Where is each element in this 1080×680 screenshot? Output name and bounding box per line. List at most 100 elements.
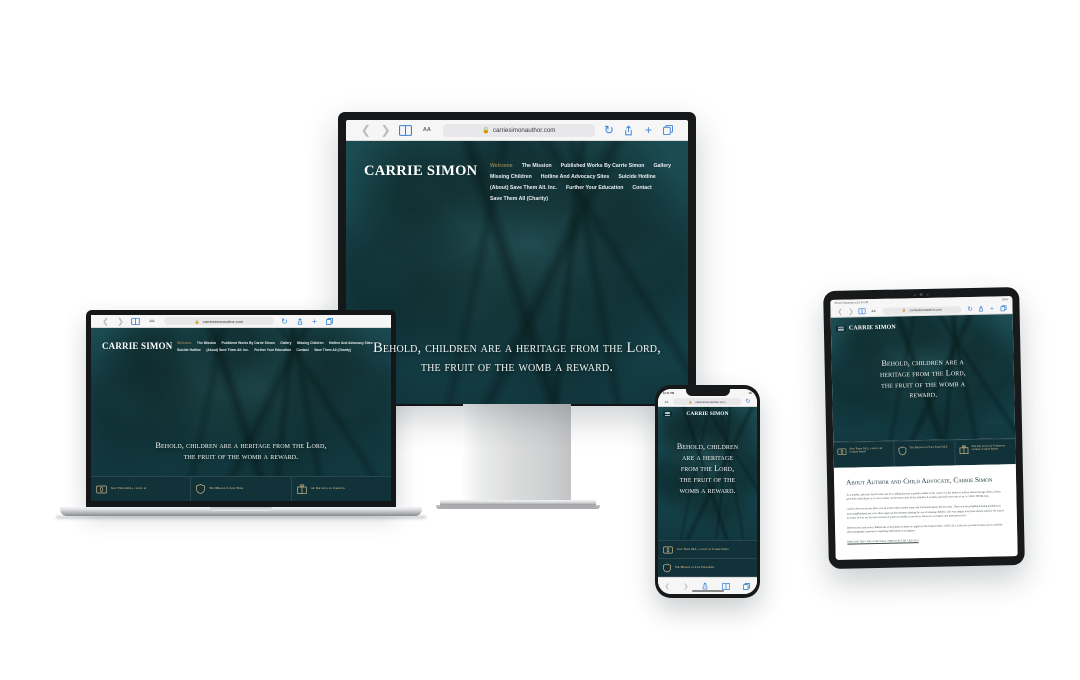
nav-item-gallery[interactable]: Gallery [280,341,291,345]
forward-chevron-icon[interactable]: ❯ [376,123,396,137]
phone-device: 10:11 PM 4G AA 🔒 carriesimonauthor.com ↻… [655,385,760,598]
about-paragraph: As a mother, advocate has become one of … [846,490,1001,502]
nav-item-further-education[interactable]: Further Your Education [566,185,623,191]
new-tab-icon[interactable]: + [307,317,322,326]
reload-icon[interactable]: ↻ [599,123,619,137]
share-icon[interactable] [975,306,986,312]
feature-item[interactable]: The Mission to Save Them ALL [894,440,956,467]
hero-quote-line-3: from the Lord, [680,464,735,474]
open-book-icon [663,546,673,554]
feature-item[interactable]: Save Them ALL, a novel by Carrie Simon [658,541,757,559]
share-icon[interactable] [702,582,708,590]
address-bar[interactable]: 🔒 carriesimonauthor.com [882,305,962,315]
share-icon[interactable] [619,125,639,136]
open-book-icon [96,485,107,494]
forward-chevron-icon[interactable]: ❯ [845,307,856,315]
tabs-icon[interactable] [322,317,337,325]
laptop-device: ❮ ❯ AA 🔒 carriesimonauthor.com ↻ + CARRI… [56,310,426,520]
site-brand[interactable]: CARRIE SIMON [686,411,728,417]
monitor-stand-neck [463,404,571,504]
nav-item-gallery[interactable]: Gallery [653,163,671,169]
feature-item[interactable]: The 3rd novel by Christian author, Carri… [955,439,1016,465]
phone-feature-bar: Save Them ALL, a novel by Carrie Simon T… [658,540,757,577]
nav-item-welcome[interactable]: Welcome [177,341,191,345]
tablet-camera-array [913,292,929,297]
feature-item[interactable]: The Mission to Save Them ALL [658,559,757,577]
nav-item-missing-children[interactable]: Missing Children [297,341,324,345]
nav-item-welcome[interactable]: Welcome [490,163,513,169]
nav-item-suicide-hotline[interactable]: Suicide Hotline [177,348,201,352]
back-chevron-icon[interactable]: ❮ [356,123,376,137]
feature-label: Save Them ALL, a novel by Carrie Simon [849,446,883,454]
hero-quote-line-1: Behold, children [676,442,739,451]
tablet-sensor-dot [913,293,916,296]
address-bar[interactable]: 🔒 carriesimonauthor.com [442,123,596,137]
new-tab-icon[interactable]: + [986,305,997,312]
text-size-button[interactable]: AA [143,319,161,323]
reload-icon[interactable]: ↻ [743,398,753,405]
nav-item-published-works[interactable]: Published Works By Carrie Simon [221,341,274,345]
hamburger-menu-icon[interactable] [663,411,672,417]
nav-item-hotline-advocacy[interactable]: Hotline And Advocacy Sites [329,341,373,345]
nav-item-further-education[interactable]: Further Your Education [254,348,291,352]
nav-item-save-them-all-charity[interactable]: Save Them All (Charity) [490,196,548,202]
nav-item-about-save-them-all[interactable]: (About) Save Them All. Inc. [206,348,249,352]
back-chevron-icon[interactable]: ❮ [98,317,113,326]
nav-item-save-them-all-charity[interactable]: Save Them All (Charity) [314,348,351,352]
tabs-icon[interactable] [997,305,1008,312]
nav-item-missing-children[interactable]: Missing Children [490,174,532,180]
back-chevron-icon[interactable]: ❮ [834,308,845,316]
nav-item-published-works[interactable]: Published Works By Carrie Simon [561,163,645,169]
about-section: About Author and Child Advocate, Carrie … [833,464,1018,560]
phone-notch [685,389,730,396]
site-brand[interactable]: CARRIE SIMON [102,341,172,351]
nav-item-hotline-advocacy[interactable]: Hotline And Advocacy Sites [541,174,610,180]
nav-item-contact[interactable]: Contact [296,348,308,352]
nav-item-about-save-them-all[interactable]: (About) Save Them All. Inc. [490,185,557,191]
hero-quote-line-4: reward. [909,390,938,400]
url-text: carriesimonauthor.com [909,307,942,313]
hamburger-menu-icon[interactable] [835,325,846,332]
text-size-button[interactable]: AA [867,309,879,313]
back-chevron-icon[interactable]: ❮ [665,583,670,590]
address-bar[interactable]: 🔒 carriesimonauthor.com [164,317,274,325]
tabs-icon[interactable] [658,125,678,135]
url-text: carriesimonauthor.com [492,126,556,134]
gift-icon [959,445,969,455]
nav-item-contact[interactable]: Contact [632,185,651,191]
bookmarks-icon[interactable] [395,124,415,136]
lock-icon: 🔒 [902,308,907,313]
feature-label: The 3rd novel by Christian author, Carri… [971,444,1006,452]
text-size-button[interactable]: AA [415,127,438,133]
bookmarks-icon[interactable] [721,582,730,590]
site-brand[interactable]: CARRIE SIMON [849,325,896,332]
feature-item[interactable]: the 3rd novel by Christian [292,477,391,501]
site-brand[interactable]: CARRIE SIMON [364,163,477,180]
nav-item-the-mission[interactable]: The Mission [522,163,552,169]
feature-item[interactable]: The Mission to Save Them [191,477,292,501]
bookmarks-icon[interactable] [856,308,867,315]
hero-quote-line-2: the fruit of the womb a reward. [183,452,299,462]
about-heading: About Author and Child Advocate, Carrie … [846,475,993,487]
forward-chevron-icon[interactable]: ❯ [683,583,688,590]
feature-item[interactable]: Save Them ALL, a novel by [91,477,192,501]
nav-item-the-mission[interactable]: The Mission [197,341,216,345]
tablet-camera-lens [919,292,923,297]
share-icon[interactable] [292,317,307,325]
feature-label: The Mission to Save Them ALL [675,564,715,569]
hero-quote-line-2: are a heritage [682,453,733,463]
shield-icon [196,484,206,494]
reload-icon[interactable]: ↻ [964,305,975,313]
new-tab-icon[interactable]: + [639,123,659,137]
forward-chevron-icon[interactable]: ❯ [113,317,128,326]
tablet-screen: iPhone Saturday at 10:14 PM 100% ❮ ❯ AA … [830,296,1018,560]
laptop-trackpad-notch [210,507,272,511]
bookmarks-icon[interactable] [128,317,143,325]
phone-frame: 10:11 PM 4G AA 🔒 carriesimonauthor.com ↻… [655,385,760,598]
nav-item-suicide-hotline[interactable]: Suicide Hotline [618,174,655,180]
desktop-browser-chrome: ❮ ❯ AA 🔒 carriesimonauthor.com ↻ + [346,120,688,141]
tabs-icon[interactable] [743,582,751,590]
feature-item[interactable]: Save Them ALL, a novel by Carrie Simon [833,441,895,468]
status-signal: 4G [748,391,752,395]
reload-icon[interactable]: ↻ [277,317,292,326]
